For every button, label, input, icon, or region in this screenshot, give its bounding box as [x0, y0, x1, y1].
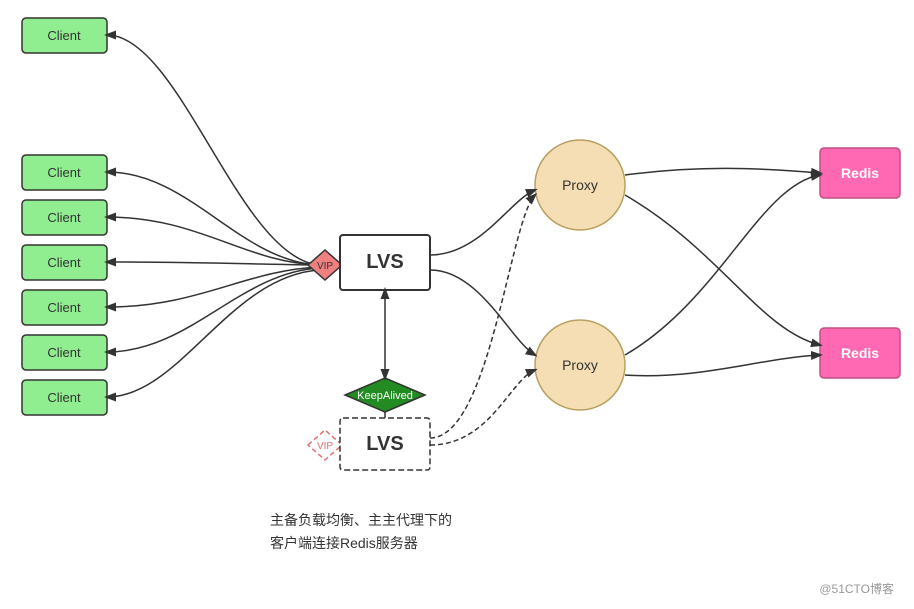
diagram-svg: Client Client Client Client Client Clien…	[0, 0, 914, 609]
client-label-6: Client	[47, 345, 81, 360]
arrow-lvs-proxy1	[430, 190, 535, 255]
client-label-7: Client	[47, 390, 81, 405]
client-label-1: Client	[47, 28, 81, 43]
client-label-3: Client	[47, 210, 81, 225]
watermark: @51CTO博客	[819, 580, 894, 597]
redis1-label: Redis	[841, 165, 879, 181]
lvs-backup-label: LVS	[366, 433, 403, 455]
footer-line1: 主备负载均衡、主主代理下的	[270, 509, 452, 531]
diagram-canvas: Client Client Client Client Client Clien…	[0, 0, 914, 609]
arrow-proxy2-redis2	[625, 355, 820, 376]
arrow-lvs-proxy2	[430, 270, 535, 355]
proxy1-label: Proxy	[562, 177, 598, 193]
dotted-arrow-lvs-backup-proxy2	[430, 370, 535, 445]
client-label-2: Client	[47, 165, 81, 180]
client-label-5: Client	[47, 300, 81, 315]
dotted-arrow-lvs-backup-proxy1	[430, 195, 535, 438]
keepalived-label: KeepAlived	[357, 390, 413, 402]
arrow-c4-lvs	[107, 262, 320, 265]
client-label-4: Client	[47, 255, 81, 270]
arrow-c3-lvs	[107, 217, 320, 265]
redis2-label: Redis	[841, 345, 879, 361]
arrow-c6-lvs	[107, 268, 320, 352]
arrow-proxy1-redis1	[625, 168, 820, 175]
arrow-c1-lvs	[107, 35, 320, 265]
arrow-proxy1-redis2	[625, 195, 820, 345]
arrow-c7-lvs	[107, 270, 320, 397]
arrow-proxy2-redis1	[625, 175, 820, 355]
lvs-main-label: LVS	[366, 251, 403, 273]
vip-label-backup: VIP	[317, 441, 333, 452]
vip-label-main: VIP	[317, 261, 333, 272]
proxy2-label: Proxy	[562, 357, 598, 373]
footer-text: 主备负载均衡、主主代理下的 客户端连接Redis服务器	[270, 509, 452, 554]
footer-line2: 客户端连接Redis服务器	[270, 532, 452, 554]
